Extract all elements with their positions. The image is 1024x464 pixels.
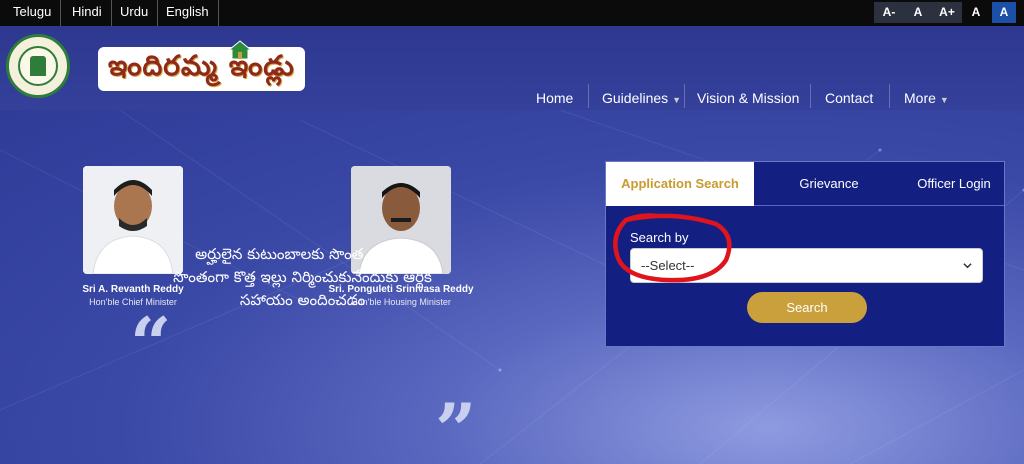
search-by-label: Search by <box>630 230 689 245</box>
lang-urdu[interactable]: Urdu <box>111 0 159 26</box>
contrast-light-button[interactable]: A <box>964 2 988 23</box>
nav-more[interactable]: More ▼ <box>904 88 949 108</box>
mission-quote: అర్హులైన కుటుంబాలకు సొంత స్థలాల్లో సొంతం… <box>130 243 475 312</box>
nav-guidelines-label: Guidelines <box>602 90 669 106</box>
quote-line: అర్హులైన కుటుంబాలకు సొంత స్థలాల్లో <box>195 245 410 263</box>
quote-line: సహాయం అందించడం <box>239 291 366 309</box>
font-decrease-button[interactable]: A- <box>874 2 904 23</box>
nav-more-label: More <box>904 90 936 106</box>
search-by-select[interactable]: --Select-- <box>630 248 983 283</box>
quote-line: సొంతంగా కొత్త ఇల్లు నిర్మించుకునేందుకు ఆ… <box>173 268 432 286</box>
close-quote-icon: ” <box>435 387 477 464</box>
logo-text: ఇందిరమ్మ ఇండ్లు <box>98 47 305 91</box>
nav-vision-mission[interactable]: Vision & Mission <box>697 88 799 108</box>
nav-divider <box>810 84 811 108</box>
emblem-inner-ring <box>18 46 58 86</box>
telangana-emblem-logo[interactable] <box>6 34 70 98</box>
tab-application-search[interactable]: Application Search <box>606 162 754 206</box>
nav-divider <box>684 84 685 108</box>
indiramma-indlu-logo[interactable]: ఇందిరమ్మ ఇండ్లు <box>98 40 305 92</box>
font-normal-button[interactable]: A <box>904 2 932 23</box>
nav-divider <box>889 84 890 108</box>
house-icon <box>228 40 252 60</box>
open-quote-icon: “ <box>130 301 172 386</box>
tab-officer-login[interactable]: Officer Login <box>904 162 1004 206</box>
nav-divider <box>588 84 589 108</box>
chevron-down-icon <box>963 263 972 269</box>
lang-hindi[interactable]: Hindi <box>63 0 112 26</box>
search-button[interactable]: Search <box>747 292 867 323</box>
select-value: --Select-- <box>641 258 695 273</box>
nav-guidelines[interactable]: Guidelines ▼ <box>602 88 681 108</box>
nav-home[interactable]: Home <box>536 88 573 108</box>
lang-telugu[interactable]: Telugu <box>4 0 62 26</box>
application-search-panel: Application Search Grievance Officer Log… <box>605 161 1005 347</box>
contrast-blue-button[interactable]: A <box>992 2 1016 23</box>
top-bar: Telugu Hindi Urdu English A- A A+ A A <box>0 0 1024 26</box>
site-header: ఇందిరమ్మ ఇండ్లు Home Guidelines ▼ Vision … <box>0 26 1024 110</box>
chevron-down-icon: ▼ <box>672 95 682 105</box>
panel-tabs: Application Search Grievance Officer Log… <box>606 162 1004 206</box>
nav-contact[interactable]: Contact <box>825 88 873 108</box>
lang-english[interactable]: English <box>157 0 219 26</box>
chevron-down-icon: ▼ <box>939 95 949 105</box>
emblem-gateway-icon <box>30 56 46 76</box>
tab-grievance[interactable]: Grievance <box>754 162 904 206</box>
font-increase-button[interactable]: A+ <box>932 2 962 23</box>
